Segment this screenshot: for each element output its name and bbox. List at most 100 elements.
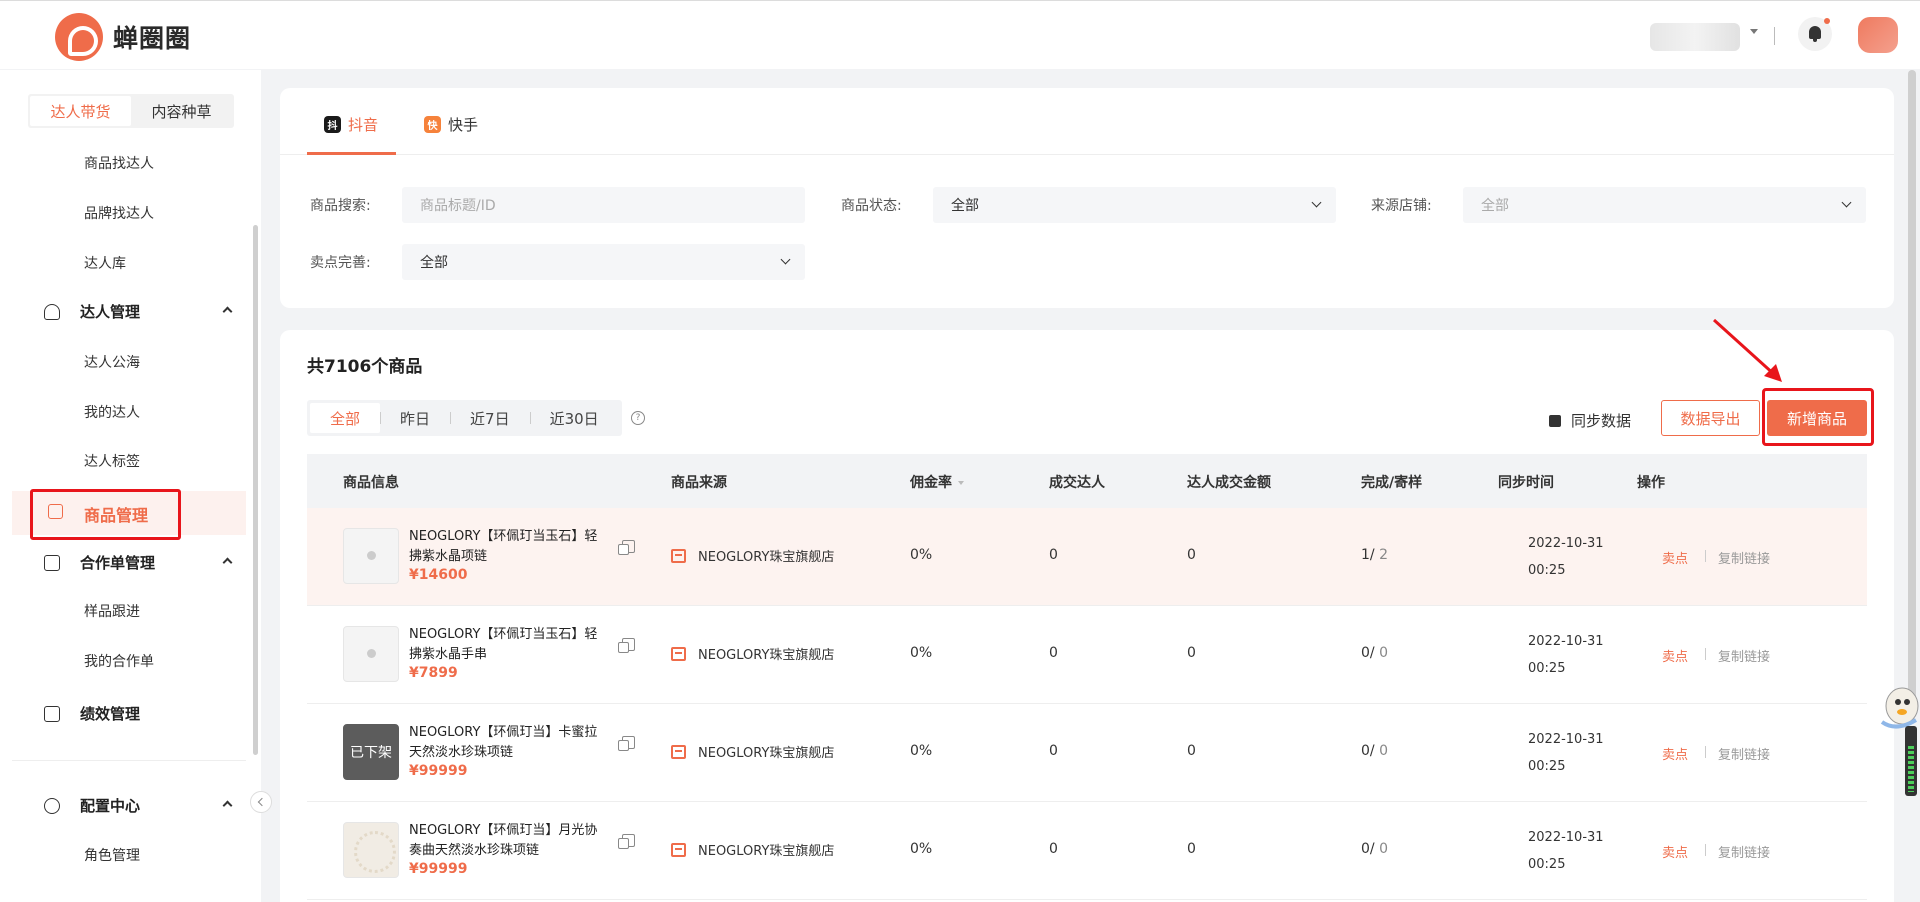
avatar[interactable] <box>1858 17 1898 53</box>
sync-date: 2022-10-31 <box>1528 830 1604 845</box>
sidebar-scrollbar[interactable] <box>253 225 258 755</box>
commission-rate: 0% <box>910 547 933 563</box>
done-sample: 0/ 0 <box>1361 743 1388 759</box>
gear-icon <box>44 797 60 814</box>
collapse-sidebar-button[interactable] <box>250 791 272 813</box>
selling-point-link[interactable]: 卖点 <box>1662 744 1688 763</box>
col-deal-talents: 成交达人 <box>1049 475 1105 491</box>
sidebar-item-brand-find-talent[interactable]: 品牌找达人 <box>84 203 154 223</box>
tab-douyin[interactable]: 抖 抖音 <box>324 114 378 135</box>
tab-underline <box>307 152 396 155</box>
product-source: NEOGLORY珠宝旗舰店 <box>671 644 834 663</box>
col-commission[interactable]: 佣金率 <box>910 472 964 492</box>
chevron-up-icon[interactable] <box>222 557 233 568</box>
col-label: 佣金率 <box>910 475 952 491</box>
selling-point-select[interactable]: 全部 <box>402 244 805 280</box>
copy-link-button[interactable]: 复制链接 <box>1718 548 1770 567</box>
sidebar-item-talent-library[interactable]: 达人库 <box>84 253 126 273</box>
sidebar-group-label: 配置中心 <box>80 797 141 815</box>
deal-amount: 0 <box>1187 547 1196 563</box>
status-label: 商品状态: <box>841 198 902 214</box>
status-select[interactable]: 全部 <box>933 187 1336 223</box>
copy-link-button[interactable]: 复制链接 <box>1718 646 1770 665</box>
user-name-blurred[interactable] <box>1650 23 1740 51</box>
notification-button[interactable] <box>1798 17 1832 51</box>
selling-point-link[interactable]: 卖点 <box>1662 842 1688 861</box>
sidebar-item-talent-pool[interactable]: 达人公海 <box>84 352 140 372</box>
sidebar-group-config[interactable]: 配置中心 <box>44 795 140 816</box>
table-row[interactable]: NEOGLORY【环佩玎当】月光协奏曲天然淡水珍珠项链 ¥99999 NEOGL… <box>307 802 1867 900</box>
range-all[interactable]: 全部 <box>310 403 381 433</box>
range-yesterday[interactable]: 昨日 <box>380 403 450 433</box>
search-input[interactable]: 商品标题/ID <box>402 187 805 223</box>
shop-label: 来源店铺: <box>1371 198 1432 214</box>
copy-icon[interactable] <box>618 540 635 555</box>
sample-count: 0 <box>1379 743 1388 759</box>
table-row[interactable]: 已下架 NEOGLORY【环佩玎当】卡蜜拉天然淡水珍珠项链 ¥99999 NEO… <box>307 704 1867 802</box>
tab-kuaishou[interactable]: 快 快手 <box>424 114 478 135</box>
tab-label: 快手 <box>448 116 479 134</box>
copy-icon[interactable] <box>618 736 635 751</box>
toggle-talent-sales[interactable]: 达人带货 <box>30 96 131 126</box>
copy-link-button[interactable]: 复制链接 <box>1718 744 1770 763</box>
sample-count: 0 <box>1379 645 1388 661</box>
copy-link-button[interactable]: 复制链接 <box>1718 842 1770 861</box>
sync-time: 2022-10-31 00:25 <box>1528 726 1604 780</box>
product-name[interactable]: NEOGLORY【环佩玎当玉石】轻拂紫水晶项链 <box>409 527 609 567</box>
sync-data-button[interactable]: 同步数据 <box>1549 410 1631 431</box>
sidebar-group-cooperation[interactable]: 合作单管理 <box>44 552 155 573</box>
product-thumbnail[interactable] <box>343 822 399 878</box>
deal-amount: 0 <box>1187 841 1196 857</box>
product-thumbnail[interactable] <box>343 528 399 584</box>
sync-date: 2022-10-31 <box>1528 732 1604 747</box>
product-thumbnail[interactable] <box>343 626 399 682</box>
sidebar-item-my-talents[interactable]: 我的达人 <box>84 402 140 422</box>
product-name[interactable]: NEOGLORY【环佩玎当】月光协奏曲天然淡水珍珠项链 <box>409 821 609 861</box>
product-name[interactable]: NEOGLORY【环佩玎当玉石】轻拂紫水晶手串 <box>409 625 609 665</box>
chevron-up-icon[interactable] <box>222 800 233 811</box>
sidebar-item-product-find-talent[interactable]: 商品找达人 <box>84 153 154 173</box>
product-name[interactable]: NEOGLORY【环佩玎当】卡蜜拉天然淡水珍珠项链 <box>409 723 609 763</box>
sidebar-group-label: 绩效管理 <box>80 705 141 723</box>
range-7d[interactable]: 近7日 <box>450 403 530 433</box>
chart-icon <box>44 705 60 722</box>
sidebar-item-my-cooperation[interactable]: 我的合作单 <box>84 651 154 671</box>
selling-point-link[interactable]: 卖点 <box>1662 548 1688 567</box>
divider <box>1774 27 1775 45</box>
range-30d[interactable]: 近30日 <box>529 403 619 433</box>
product-source: NEOGLORY珠宝旗舰店 <box>671 840 834 859</box>
logo-text: 蝉圈圈 <box>113 24 192 53</box>
sidebar-item-sample-follow[interactable]: 样品跟进 <box>84 601 140 621</box>
gem-image <box>367 649 376 658</box>
sidebar-group-talent-management[interactable]: 达人管理 <box>44 301 140 322</box>
notification-dot <box>1824 18 1830 24</box>
copy-icon[interactable] <box>618 834 635 849</box>
page-scrollbar[interactable] <box>1908 70 1916 700</box>
sync-clock: 00:25 <box>1528 661 1566 676</box>
product-price: ¥14600 <box>409 567 468 583</box>
selling-point-value: 全部 <box>420 255 448 271</box>
copy-icon[interactable] <box>618 638 635 653</box>
sync-date: 2022-10-31 <box>1528 634 1604 649</box>
shop-name: NEOGLORY珠宝旗舰店 <box>698 648 835 663</box>
deal-talents: 0 <box>1049 841 1058 857</box>
table-row[interactable]: NEOGLORY【环佩玎当玉石】轻拂紫水晶项链 ¥14600 NEOGLORY珠… <box>307 508 1867 606</box>
chevron-up-icon[interactable] <box>222 306 233 317</box>
product-thumbnail-offline[interactable]: 已下架 <box>343 724 399 780</box>
export-data-button[interactable]: 数据导出 <box>1661 400 1760 436</box>
col-deal-amount: 达人成交金额 <box>1187 475 1271 491</box>
selling-point-link[interactable]: 卖点 <box>1662 646 1688 665</box>
sort-icon[interactable] <box>958 481 964 485</box>
help-icon[interactable]: ? <box>631 411 645 425</box>
table-row[interactable]: NEOGLORY【环佩玎当玉石】轻拂紫水晶手串 ¥7899 NEOGLORY珠宝… <box>307 606 1867 704</box>
shop-select[interactable]: 全部 <box>1463 187 1866 223</box>
divider <box>1705 746 1706 758</box>
toggle-content-seeding[interactable]: 内容种草 <box>131 96 232 126</box>
logo[interactable]: 蝉圈圈 <box>55 13 191 61</box>
sidebar-item-role-management[interactable]: 角色管理 <box>84 845 140 865</box>
clipboard-icon <box>44 554 60 571</box>
chevron-down-icon[interactable] <box>1750 29 1758 34</box>
sidebar-group-performance[interactable]: 绩效管理 <box>44 703 140 724</box>
sidebar-item-talent-tags[interactable]: 达人标签 <box>84 451 140 471</box>
search-label: 商品搜索: <box>310 198 371 214</box>
